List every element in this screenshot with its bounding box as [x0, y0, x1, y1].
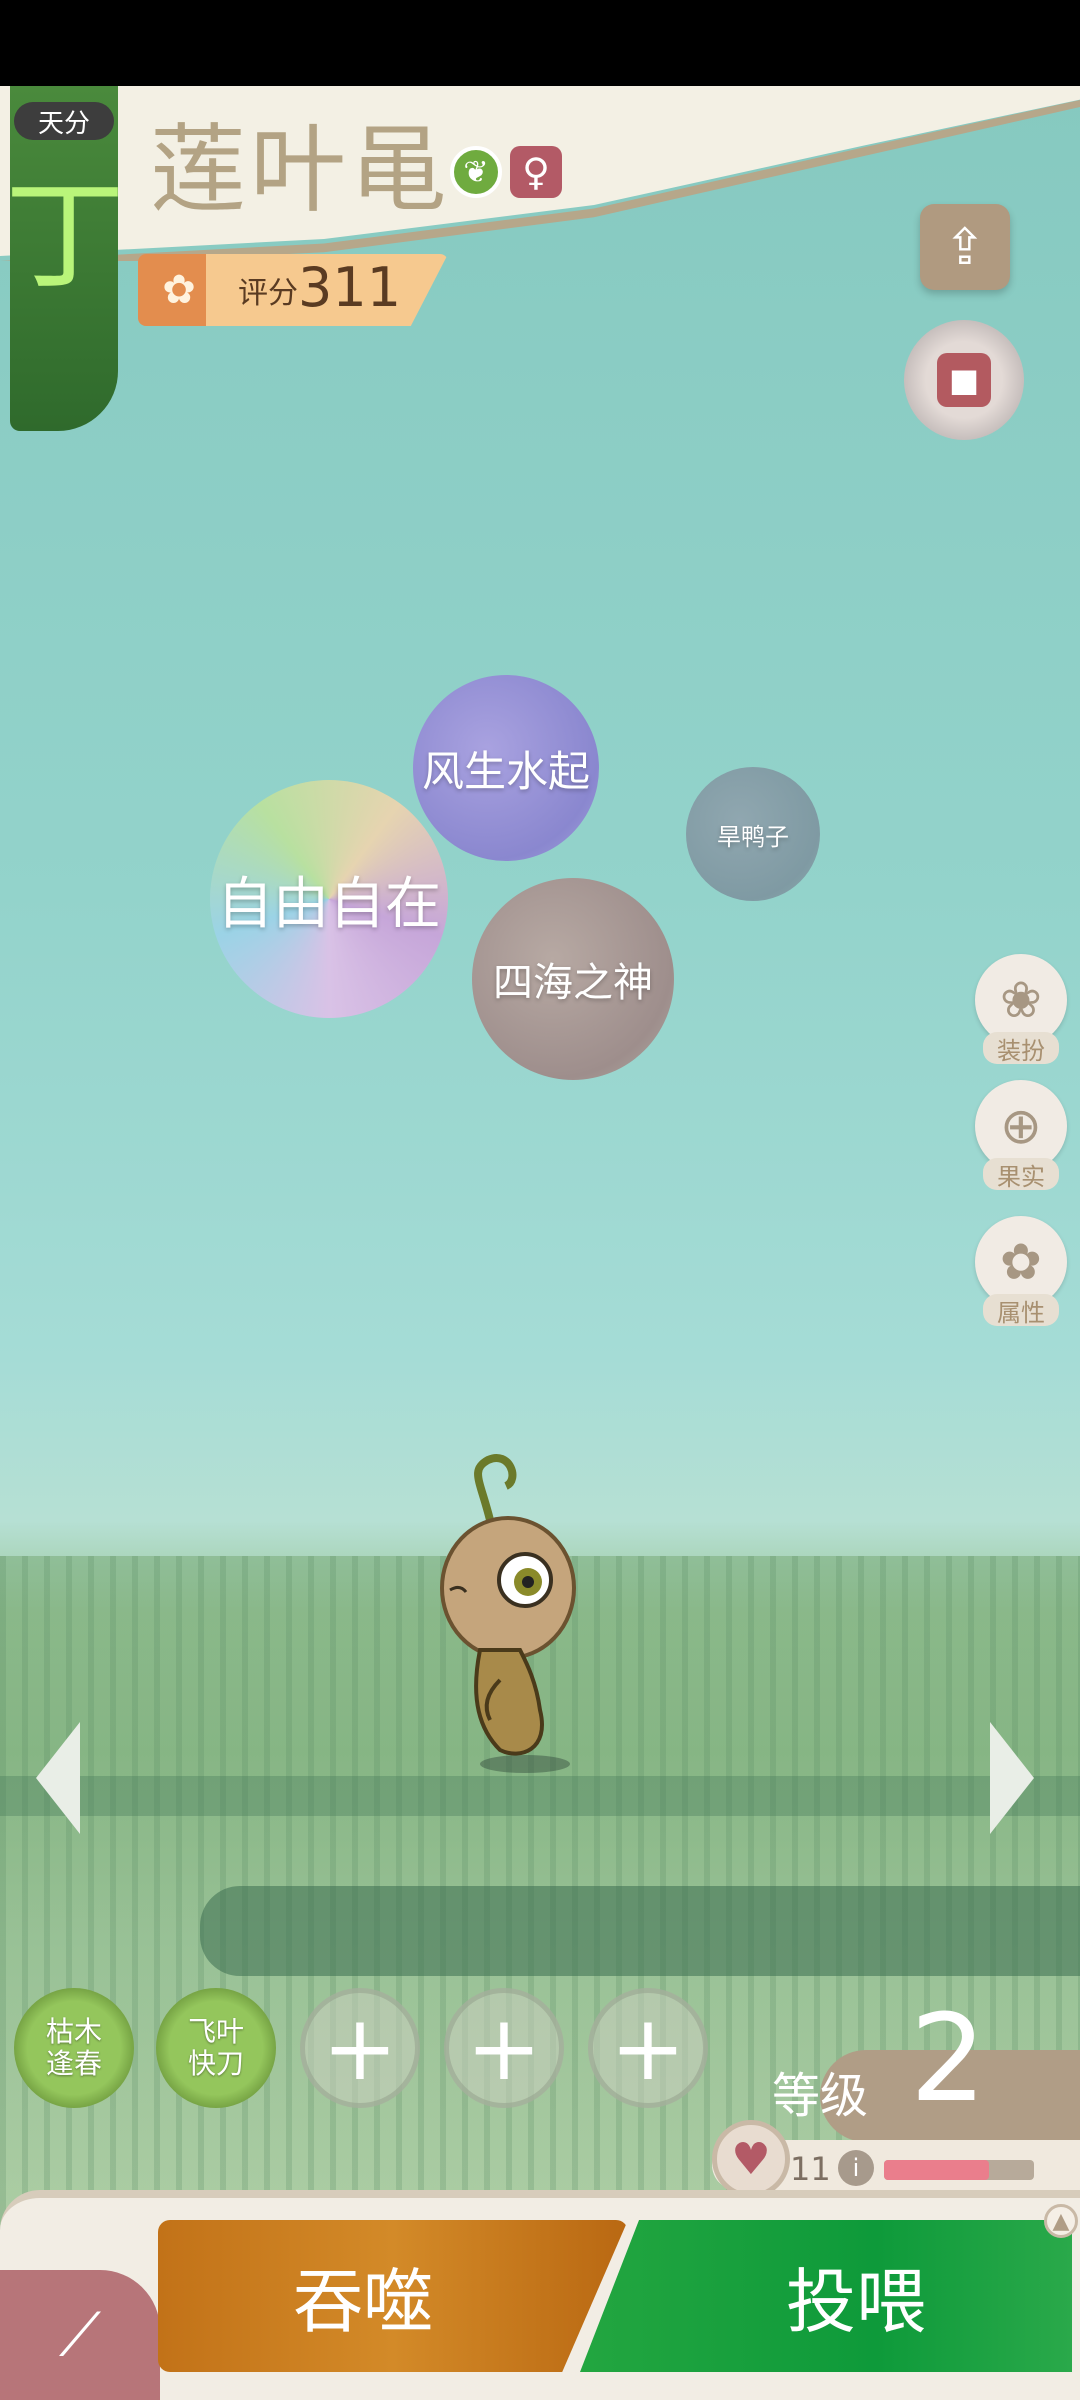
- dress-up-button[interactable]: ❀ 装扮: [975, 954, 1067, 1065]
- trait-bubble[interactable]: 风生水起: [413, 675, 599, 861]
- feed-button[interactable]: 投喂: [580, 2220, 1072, 2372]
- add-skill-button[interactable]: +: [444, 1988, 564, 2108]
- score-label: 评分: [238, 276, 298, 311]
- trait-bubble[interactable]: 自由自在: [210, 780, 448, 1018]
- level-label: 等级: [772, 2068, 869, 2124]
- skill-label: 飞叶快刀: [187, 2015, 244, 2080]
- trait-bubble[interactable]: 四海之神: [472, 878, 674, 1080]
- info-icon[interactable]: i: [838, 2150, 874, 2186]
- paw-icon: ✿: [162, 267, 196, 313]
- background-grass: [0, 1776, 1080, 1816]
- skill-label: 枯木逢春: [45, 2015, 102, 2080]
- dash-icon[interactable]: ⟋: [0, 2270, 160, 2400]
- skill-slot-1[interactable]: 枯木逢春: [14, 1988, 134, 2108]
- side-label: 果实: [983, 1158, 1059, 1191]
- add-skill-button[interactable]: +: [588, 1988, 708, 2108]
- share-button[interactable]: ⇪: [920, 204, 1010, 290]
- pet-name: 莲叶黾: [150, 114, 450, 226]
- next-pet-arrow[interactable]: [990, 1722, 1034, 1834]
- fruit-button[interactable]: ⊕ 果实: [975, 1080, 1067, 1191]
- upgrade-arrow-icon[interactable]: ▲: [1044, 2204, 1078, 2238]
- hp-progress-fill: [884, 2160, 989, 2180]
- previous-pet-arrow[interactable]: [36, 1722, 80, 1834]
- trait-bubble[interactable]: 旱鸭子: [686, 767, 820, 901]
- level-value: 2: [910, 1990, 987, 2129]
- side-label: 装扮: [983, 1032, 1059, 1065]
- plus-icon: +: [466, 1995, 542, 2101]
- female-gender-icon: ♀: [510, 146, 562, 198]
- background-grass-band: [200, 1886, 1080, 1976]
- devour-button[interactable]: 吞噬: [158, 2220, 628, 2372]
- hp-value: 11: [790, 2150, 831, 2188]
- pet-creature[interactable]: [410, 1450, 590, 1780]
- lock-icon: ■: [937, 353, 991, 407]
- attributes-button[interactable]: ✿ 属性: [975, 1216, 1067, 1327]
- add-skill-button[interactable]: +: [300, 1988, 420, 2108]
- grade-letter: 丁: [5, 167, 125, 306]
- status-bar: [0, 0, 1080, 86]
- side-label: 属性: [983, 1294, 1059, 1327]
- leaf-element-icon[interactable]: ❦: [450, 146, 502, 198]
- skill-slot-2[interactable]: 飞叶快刀: [156, 1988, 276, 2108]
- heart-icon: ♥: [712, 2120, 790, 2198]
- score-value: 311: [298, 256, 402, 319]
- hp-progress-bar: [884, 2160, 1034, 2180]
- share-icon: ⇪: [944, 218, 986, 276]
- grade-tag: 天分: [14, 102, 114, 140]
- lock-button[interactable]: ■: [904, 320, 1024, 440]
- plus-icon: +: [610, 1995, 686, 2101]
- plus-icon: +: [322, 1995, 398, 2101]
